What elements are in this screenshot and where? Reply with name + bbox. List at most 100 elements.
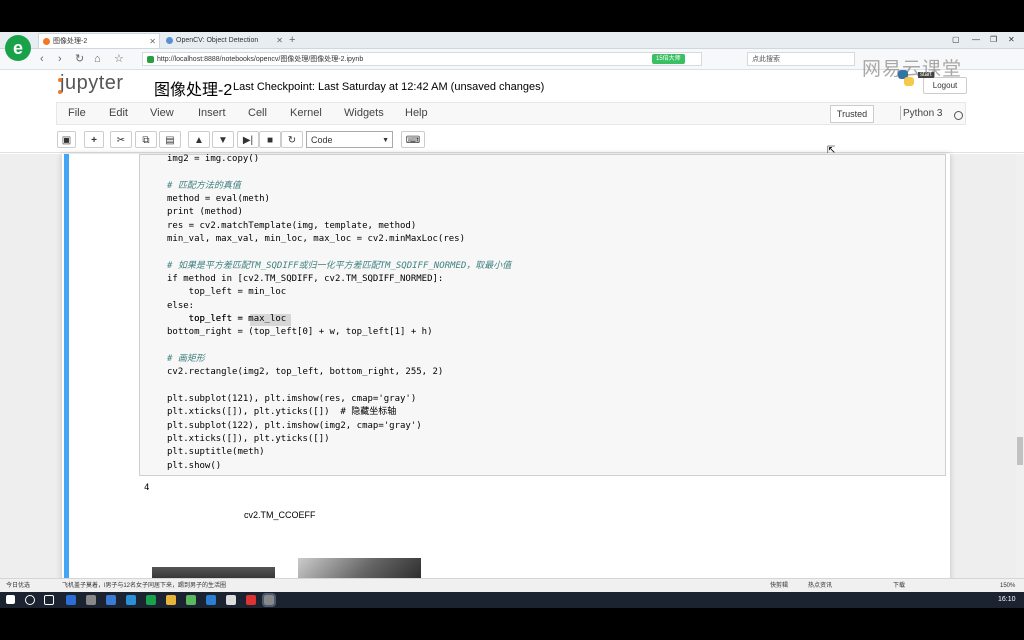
code-comment: # 如果是平方差匹配TM_SQDIFF或归一化平方差匹配TM_SQDIFF_NO… — [167, 261, 512, 271]
code-line[interactable]: print (method) — [167, 206, 243, 219]
insert-cell-icon[interactable]: + — [84, 131, 104, 148]
browser-status-bar: 今日优选 飞机盖子莫着，l男子与12名女子同居下来，踢到男子的生活圈 快剪辑 热… — [0, 578, 1024, 592]
jupyter-logo-dot-icon — [58, 90, 62, 94]
app-icon[interactable] — [206, 595, 216, 605]
trusted-indicator[interactable]: Trusted — [830, 105, 874, 123]
opencv-favicon-icon — [166, 37, 173, 44]
checkpoint-status: Last Checkpoint: Last Saturday at 12:42 … — [233, 81, 545, 93]
url-input[interactable]: http://localhost:8888/notebooks/opencv/图… — [142, 52, 702, 66]
reload-icon[interactable]: ↻ — [75, 51, 84, 67]
status-item[interactable]: 热点资讯 — [808, 579, 832, 592]
edge-icon[interactable] — [66, 595, 76, 605]
code-line[interactable]: plt.show() — [167, 460, 221, 473]
menu-widgets[interactable]: Widgets — [344, 107, 384, 119]
store-icon[interactable] — [86, 595, 96, 605]
task-view-icon[interactable] — [44, 595, 54, 605]
code-line[interactable]: cv2.rectangle(img2, top_left, bottom_rig… — [167, 366, 443, 379]
move-up-icon[interactable]: ▲ — [188, 131, 210, 148]
kernel-name[interactable]: Python 3 — [903, 108, 942, 119]
site-secure-icon — [147, 56, 154, 63]
status-item[interactable]: 下载 — [893, 579, 905, 592]
forward-icon[interactable]: › — [58, 51, 62, 67]
output-printed-value: 4 — [144, 483, 150, 493]
move-down-icon[interactable]: ▼ — [212, 131, 234, 148]
cell-type-value: Code — [311, 135, 333, 145]
menu-edit[interactable]: Edit — [109, 107, 128, 119]
stop-icon[interactable]: ■ — [259, 131, 281, 148]
kernel-idle-icon — [954, 111, 963, 120]
new-tab-icon[interactable]: + — [289, 32, 295, 48]
menu-insert[interactable]: Insert — [198, 107, 226, 119]
mail-icon[interactable] — [106, 595, 116, 605]
kernel-separator — [900, 106, 901, 120]
menu-kernel[interactable]: Kernel — [290, 107, 322, 119]
code-line[interactable]: plt.subplot(121), plt.imshow(res, cmap='… — [167, 393, 416, 406]
menu-file[interactable]: File — [68, 107, 86, 119]
screen: e 图像处理-2 ✕ OpenCV: Object Detection ✕ + … — [0, 32, 1024, 592]
save-icon[interactable]: ▣ — [57, 131, 76, 148]
code-line[interactable]: res = cv2.matchTemplate(img, template, m… — [167, 220, 416, 233]
cut-icon[interactable]: ✂ — [110, 131, 132, 148]
browser-search-input[interactable]: 点此搜索 — [747, 52, 855, 66]
close-tab-icon[interactable]: ✕ — [276, 33, 283, 48]
page-scrollbar[interactable] — [1016, 154, 1024, 592]
code-line[interactable]: if method in [cv2.TM_SQDIFF, cv2.TM_SQDI… — [167, 273, 443, 286]
app-icon[interactable] — [186, 595, 196, 605]
menu-help[interactable]: Help — [405, 107, 428, 119]
browser-logo-icon[interactable]: e — [5, 35, 31, 61]
status-item[interactable]: 快剪辑 — [770, 579, 788, 592]
menu-view[interactable]: View — [150, 107, 174, 119]
bookmark-star-icon[interactable]: ☆ — [114, 51, 124, 67]
restore-icon[interactable]: ❐ — [990, 32, 997, 48]
code-line[interactable]: bottom_right = (top_left[0] + w, top_lef… — [167, 326, 433, 339]
tab-opencv[interactable]: OpenCV: Object Detection ✕ — [162, 33, 286, 48]
search-icon[interactable] — [25, 595, 35, 605]
code-line-overlay: top_left = max_loc — [167, 314, 287, 324]
status-left-text[interactable]: 今日优选 — [6, 579, 30, 592]
cell-type-select[interactable]: Code ▼ — [306, 131, 393, 148]
tab-notebook[interactable]: 图像处理-2 ✕ — [38, 33, 160, 48]
code-line[interactable]: top_left = min_loc — [167, 286, 287, 299]
code-line[interactable]: plt.suptitle(meth) — [167, 446, 265, 459]
app-icon[interactable] — [226, 595, 236, 605]
code-line[interactable]: plt.subplot(122), plt.imshow(img2, cmap=… — [167, 420, 422, 433]
chevron-down-icon: ▼ — [382, 137, 389, 144]
code-line[interactable]: # 画矩形 — [167, 353, 205, 366]
code-line[interactable]: # 如果是平方差匹配TM_SQDIFF或归一化平方差匹配TM_SQDIFF_NO… — [167, 260, 511, 273]
output-plot-title: cv2.TM_CCOEFF — [244, 510, 316, 520]
scrollbar-thumb[interactable] — [1017, 437, 1023, 465]
folder-icon[interactable] — [166, 595, 176, 605]
status-zoom[interactable]: 150% — [1000, 579, 1015, 592]
app-icon[interactable] — [246, 595, 256, 605]
notebook-title[interactable]: 图像处理-2 — [154, 76, 232, 100]
code-line[interactable]: else: — [167, 300, 194, 313]
menu-cell[interactable]: Cell — [248, 107, 267, 119]
active-app-icon[interactable] — [262, 593, 276, 607]
home-icon[interactable]: ⌂ — [94, 51, 101, 67]
jupyter-logo[interactable]: jupyter — [60, 72, 124, 95]
tab-title: OpenCV: Object Detection — [176, 37, 259, 44]
jupyter-favicon-icon — [43, 38, 50, 45]
close-window-icon[interactable]: ✕ — [1008, 32, 1015, 48]
back-icon[interactable]: ‹ — [40, 51, 44, 67]
run-icon[interactable]: ▶| — [237, 131, 259, 148]
code-line[interactable]: img2 = img.copy() — [167, 153, 259, 166]
minimize-icon[interactable]: — — [972, 32, 980, 48]
code-line[interactable]: plt.xticks([]), plt.yticks([]) — [167, 433, 330, 446]
paste-icon[interactable]: ▤ — [159, 131, 181, 148]
close-tab-icon[interactable]: ✕ — [149, 34, 156, 49]
keyboard-icon[interactable]: ⌨ — [401, 131, 425, 148]
watermark-label: start — [918, 72, 934, 78]
copy-icon[interactable]: ⧉ — [135, 131, 157, 148]
start-icon[interactable] — [6, 595, 15, 604]
speed-badge[interactable]: 15倍大师 — [652, 54, 685, 64]
code-line[interactable]: # 匹配方法的真值 — [167, 180, 241, 193]
app-icon[interactable] — [126, 595, 136, 605]
code-line[interactable]: plt.xticks([]), plt.yticks([]) # 隐藏坐标轴 — [167, 406, 396, 419]
code-line[interactable]: min_val, max_val, min_loc, max_loc = cv2… — [167, 233, 465, 246]
browser-app-icon[interactable] — [146, 595, 156, 605]
code-line[interactable]: method = eval(meth) — [167, 193, 270, 206]
restart-icon[interactable]: ↻ — [281, 131, 303, 148]
favorites-icon[interactable]: ▢ — [952, 32, 960, 48]
status-news-text[interactable]: 飞机盖子莫着，l男子与12名女子同居下来，踢到男子的生活圈 — [62, 579, 226, 592]
